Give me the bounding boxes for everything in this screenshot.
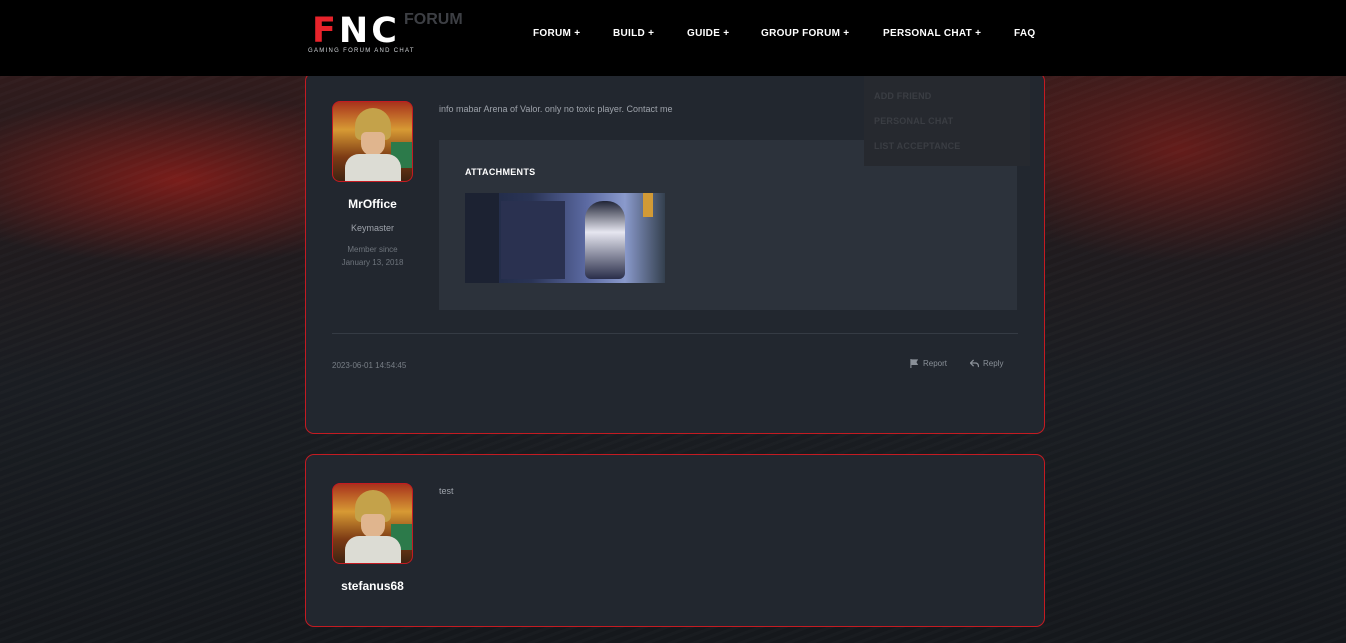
nav-guide[interactable]: GUIDE +: [687, 27, 729, 41]
main-nav: FORUM + BUILD + GUIDE + GROUP FORUM + PE…: [0, 27, 1346, 41]
member-since: Member since January 13, 2018: [306, 243, 439, 269]
author-name[interactable]: MrOffice: [306, 197, 439, 211]
avatar-face-shape: [361, 514, 385, 538]
post-date: 2023-06-01 14:54:45: [332, 361, 407, 370]
thumb-banner-shape: [643, 193, 653, 217]
reply-button[interactable]: Reply: [970, 359, 1003, 368]
site-header: FORUM FNC GAMING FORUM AND CHAT FORUM + …: [0, 0, 1346, 76]
attachment-thumbnail[interactable]: [465, 193, 665, 283]
thumb-hero-shape: [585, 201, 625, 279]
author-role: Keymaster: [350, 223, 394, 233]
avatar-body-shape: [345, 154, 401, 181]
nav-forum[interactable]: FORUM +: [533, 27, 580, 41]
flag-icon: [910, 359, 919, 368]
nav-faq[interactable]: FAQ: [1014, 27, 1035, 41]
avatar-body-shape: [345, 536, 401, 563]
post-divider: [332, 333, 1018, 334]
post-content: info mabar Arena of Valor. only no toxic…: [439, 104, 673, 114]
dropdown-add-friend[interactable]: ADD FRIEND: [874, 91, 932, 101]
avatar-face-shape: [361, 132, 385, 156]
thumb-panel-shape: [501, 201, 565, 279]
personal-chat-dropdown: ADD FRIEND PERSONAL CHAT LIST ACCEPTANCE: [864, 76, 1030, 166]
report-label: Report: [923, 359, 948, 368]
post-content: test: [439, 486, 454, 496]
reply-arrow-icon: [970, 359, 979, 368]
member-since-date: January 13, 2018: [341, 258, 404, 267]
logo-tagline: GAMING FORUM AND CHAT: [308, 48, 415, 54]
report-button[interactable]: Report: [910, 359, 947, 368]
nav-build[interactable]: BUILD +: [613, 27, 654, 41]
avatar[interactable]: [332, 483, 413, 564]
attachments-title: ATTACHMENTS: [465, 167, 536, 177]
nav-group-forum[interactable]: GROUP FORUM +: [761, 27, 849, 41]
forum-post: stefanus68 test: [305, 454, 1045, 627]
author-name[interactable]: stefanus68: [306, 579, 439, 593]
dropdown-personal-chat[interactable]: PERSONAL CHAT: [874, 116, 953, 126]
member-since-label: Member since: [347, 245, 398, 254]
thumb-sidebar-shape: [465, 193, 499, 283]
dropdown-list-acceptance[interactable]: LIST ACCEPTANCE: [874, 141, 961, 151]
reply-label: Reply: [983, 359, 1004, 368]
avatar[interactable]: [332, 101, 413, 182]
nav-personal-chat[interactable]: PERSONAL CHAT +: [883, 27, 981, 41]
